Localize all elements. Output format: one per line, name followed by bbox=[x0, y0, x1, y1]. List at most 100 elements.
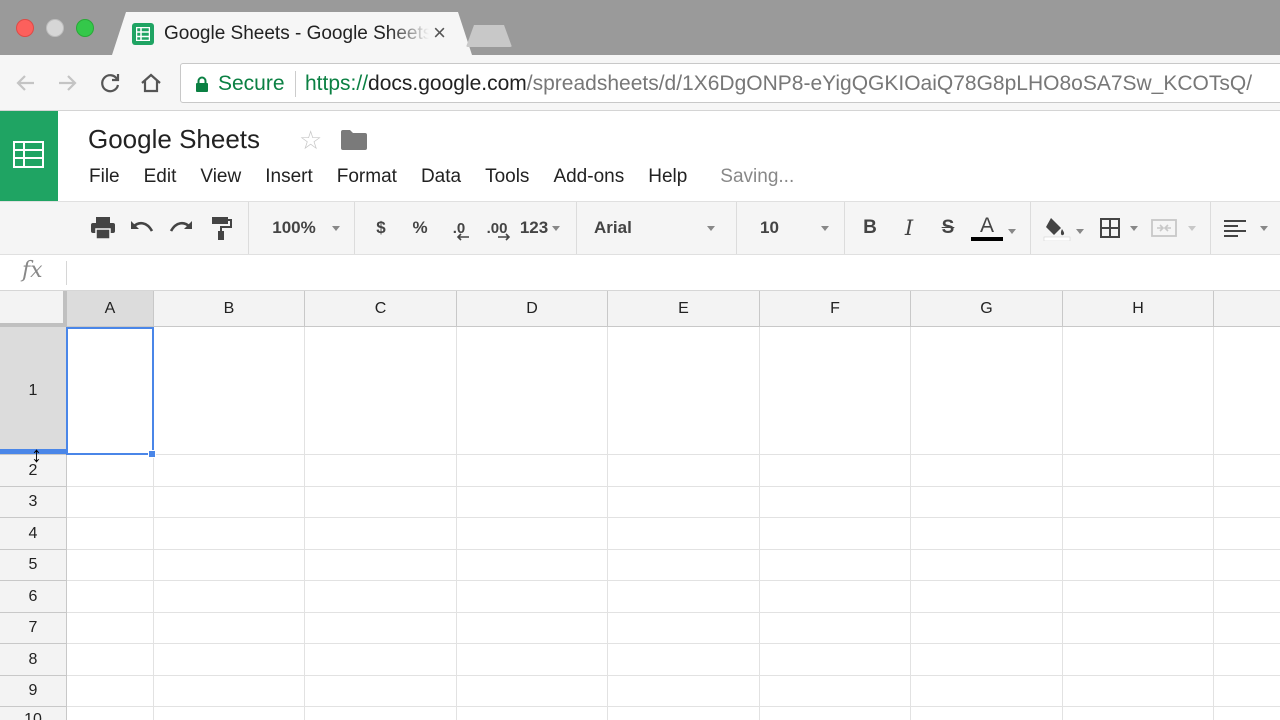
menu-tools[interactable]: Tools bbox=[485, 166, 529, 188]
formula-divider bbox=[66, 261, 67, 285]
select-all-corner[interactable] bbox=[0, 291, 67, 327]
sheets-favicon-icon bbox=[132, 23, 154, 45]
menu-edit[interactable]: Edit bbox=[144, 166, 177, 188]
home-icon[interactable] bbox=[137, 69, 165, 97]
browser-tab-active[interactable]: Google Sheets - Google Sheets × bbox=[112, 12, 472, 55]
window-minimize-button[interactable] bbox=[46, 19, 64, 37]
fill-color-icon[interactable] bbox=[1038, 202, 1088, 254]
currency-format-button[interactable]: $ bbox=[366, 202, 396, 254]
tab-close-icon[interactable]: × bbox=[433, 20, 446, 46]
decrease-decimal-button[interactable]: .0 bbox=[444, 202, 474, 254]
bold-label: B bbox=[863, 217, 877, 238]
reload-icon[interactable] bbox=[96, 69, 124, 97]
selected-cell-a1[interactable] bbox=[66, 327, 154, 455]
row-header-7[interactable]: 7 bbox=[0, 613, 67, 644]
sheets-logo-icon[interactable] bbox=[0, 111, 58, 201]
column-header-next[interactable] bbox=[1214, 291, 1280, 327]
spreadsheet-grid[interactable]: A B C D E F G H 1 2 3 4 5 6 7 8 9 10 ↕ bbox=[0, 291, 1280, 720]
column-header-h[interactable]: H bbox=[1063, 291, 1214, 327]
app-header: Google Sheets ☆ File Edit View Insert Fo… bbox=[0, 111, 1280, 201]
new-tab-button[interactable] bbox=[466, 25, 512, 47]
arrow-right-icon bbox=[498, 233, 511, 241]
toolbar-divider bbox=[844, 202, 845, 254]
column-header-e[interactable]: E bbox=[608, 291, 760, 327]
row-header-3[interactable]: 3 bbox=[0, 487, 67, 518]
font-size-select[interactable]: 10 bbox=[750, 202, 836, 254]
gridline bbox=[67, 706, 1280, 707]
increase-decimal-button[interactable]: .00 bbox=[481, 202, 513, 254]
menu-view[interactable]: View bbox=[200, 166, 241, 188]
toolbar-divider bbox=[1210, 202, 1211, 254]
gridline bbox=[67, 486, 1280, 487]
bold-button[interactable]: B bbox=[855, 202, 885, 254]
window-maximize-button[interactable] bbox=[76, 19, 94, 37]
back-arrow-icon[interactable] bbox=[12, 69, 40, 97]
document-title[interactable]: Google Sheets bbox=[88, 124, 260, 155]
column-header-a[interactable]: A bbox=[67, 291, 154, 327]
lock-icon bbox=[195, 76, 209, 97]
font-family-select[interactable]: Arial bbox=[586, 202, 726, 254]
row-header-10[interactable]: 10 bbox=[0, 707, 67, 720]
menu-file[interactable]: File bbox=[89, 166, 120, 188]
address-bar[interactable]: Secure https://docs.google.com/spreadshe… bbox=[180, 63, 1280, 103]
toolbar-divider bbox=[576, 202, 577, 254]
align-left-icon[interactable] bbox=[1220, 202, 1280, 254]
menu-insert[interactable]: Insert bbox=[265, 166, 313, 188]
gridline bbox=[910, 327, 911, 720]
text-color-button[interactable]: A bbox=[968, 202, 1022, 254]
print-icon[interactable] bbox=[88, 202, 118, 254]
fill-handle[interactable] bbox=[148, 450, 156, 458]
row-header-5[interactable]: 5 bbox=[0, 550, 67, 581]
column-header-f[interactable]: F bbox=[760, 291, 911, 327]
chevron-down-icon bbox=[1076, 229, 1084, 234]
paint-format-icon[interactable] bbox=[206, 202, 236, 254]
italic-button[interactable]: I bbox=[894, 202, 924, 254]
tab-title: Google Sheets - Google Sheets bbox=[164, 23, 429, 44]
url-host: docs.google.com bbox=[368, 72, 527, 95]
column-header-c[interactable]: C bbox=[305, 291, 457, 327]
folder-icon[interactable] bbox=[341, 130, 367, 155]
borders-icon[interactable] bbox=[1094, 202, 1142, 254]
menu-help[interactable]: Help bbox=[648, 166, 687, 188]
chevron-down-icon bbox=[707, 226, 715, 231]
row-header-8[interactable]: 8 bbox=[0, 644, 67, 676]
strikethrough-button[interactable]: S bbox=[933, 202, 963, 254]
gridline bbox=[67, 549, 1280, 550]
formula-input[interactable] bbox=[74, 259, 1264, 287]
toolbar: 100% $ % .0 .00 123 Arial 10 B I S A bbox=[0, 201, 1280, 255]
window-close-button[interactable] bbox=[16, 19, 34, 37]
font-size-value: 10 bbox=[760, 218, 779, 237]
row-header-1[interactable]: 1 bbox=[0, 327, 67, 455]
gridline bbox=[456, 327, 457, 720]
strikethrough-label: S bbox=[941, 217, 955, 238]
toolbar-divider bbox=[248, 202, 249, 254]
text-color-swatch bbox=[971, 237, 1003, 241]
row-header-6[interactable]: 6 bbox=[0, 581, 67, 613]
menu-addons[interactable]: Add-ons bbox=[553, 166, 624, 188]
column-header-d[interactable]: D bbox=[457, 291, 608, 327]
gridline bbox=[67, 454, 1280, 455]
more-formats-button[interactable]: 123 bbox=[517, 202, 563, 254]
currency-label: $ bbox=[376, 218, 386, 237]
percent-label: % bbox=[412, 218, 428, 237]
column-header-b[interactable]: B bbox=[154, 291, 305, 327]
chevron-down-icon bbox=[1260, 226, 1268, 231]
percent-format-button[interactable]: % bbox=[405, 202, 435, 254]
zoom-value: 100% bbox=[272, 218, 316, 237]
toolbar-divider bbox=[736, 202, 737, 254]
browser-titlebar: Google Sheets - Google Sheets × bbox=[0, 0, 1280, 55]
column-header-g[interactable]: G bbox=[911, 291, 1063, 327]
star-icon[interactable]: ☆ bbox=[299, 125, 322, 156]
menu-format[interactable]: Format bbox=[337, 166, 397, 188]
undo-icon[interactable] bbox=[127, 202, 157, 254]
url-text[interactable]: https://docs.google.com/spreadsheets/d/1… bbox=[305, 72, 1252, 96]
menu-data[interactable]: Data bbox=[421, 166, 461, 188]
row-header-9[interactable]: 9 bbox=[0, 676, 67, 707]
save-status: Saving... bbox=[720, 166, 795, 187]
row-header-4[interactable]: 4 bbox=[0, 518, 67, 550]
redo-icon[interactable] bbox=[166, 202, 196, 254]
forward-arrow-icon[interactable] bbox=[53, 69, 81, 97]
zoom-select[interactable]: 100% bbox=[262, 202, 346, 254]
chevron-down-icon bbox=[552, 226, 560, 231]
merge-cells-icon[interactable] bbox=[1146, 202, 1198, 254]
